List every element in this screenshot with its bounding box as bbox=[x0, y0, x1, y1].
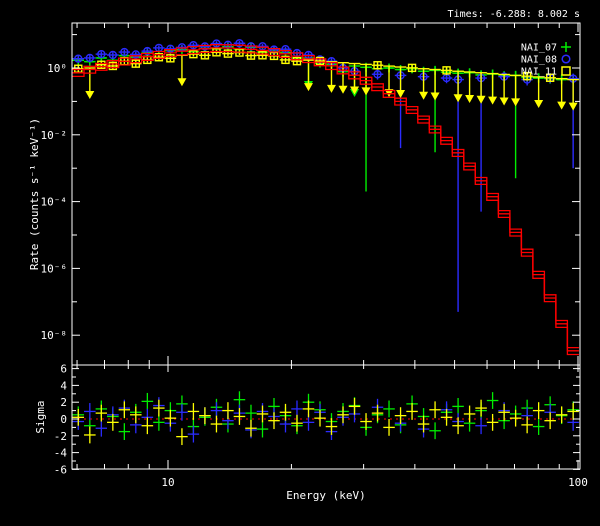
sigma-tick-label: 6 bbox=[60, 363, 67, 376]
main-panel-data bbox=[72, 39, 579, 356]
y-tick-label: 10⁻⁴ bbox=[41, 196, 68, 209]
sigma-series-NAI_11 bbox=[72, 398, 579, 446]
upper-limit-arrowhead bbox=[476, 95, 486, 104]
upper-limit-arrowhead bbox=[338, 85, 348, 94]
x-tick-label: 100 bbox=[568, 476, 588, 489]
spectrum-plot: 10 100 10⁰ 10⁻² 10⁻⁴ 10⁻⁶ 10⁻⁸ 6 4 2 0 -2 -4 -6 Times… bbox=[28, 9, 588, 502]
x-axis-label: Energy (keV) bbox=[286, 489, 365, 502]
upper-limit-arrowhead bbox=[488, 96, 498, 105]
sigma-tick-label: 0 bbox=[60, 413, 67, 426]
upper-limit-arrowhead bbox=[419, 91, 429, 100]
upper-limit-arrowhead bbox=[177, 78, 187, 87]
model-lines bbox=[72, 44, 579, 356]
y-tick-label: 10⁻⁶ bbox=[41, 262, 68, 275]
plot-window: 10 100 10⁰ 10⁻² 10⁻⁴ 10⁻⁶ 10⁻⁸ 6 4 2 0 -2 -4 -6 Times… bbox=[0, 0, 600, 526]
legend-markers bbox=[561, 42, 571, 76]
y-tick-label: 10⁻² bbox=[41, 129, 68, 142]
upper-limit-arrowhead bbox=[304, 83, 314, 92]
sigma-panel-data bbox=[72, 391, 580, 446]
y-tick-label: 10⁻⁸ bbox=[41, 329, 68, 342]
legend-square-icon bbox=[561, 66, 571, 76]
upper-limit-arrowhead bbox=[361, 87, 371, 96]
upper-limit-arrowhead bbox=[557, 101, 567, 110]
sigma-series-NAI_07 bbox=[72, 391, 579, 440]
sigma-tick-label: 4 bbox=[60, 379, 67, 392]
upper-limit-arrowhead bbox=[326, 84, 336, 93]
upper-limit-arrowhead bbox=[511, 98, 521, 107]
y-axis-label: Rate (counts s⁻¹ keV⁻¹) bbox=[28, 118, 41, 270]
upper-limit-arrowhead bbox=[499, 97, 509, 106]
legend: NAI_07 NAI_08 NAI_11 bbox=[521, 42, 571, 78]
model-step-NAI_07 bbox=[72, 47, 579, 352]
sigma-tick-label: 2 bbox=[60, 396, 67, 409]
axis-tick-labels: 10 100 10⁰ 10⁻² 10⁻⁴ 10⁻⁶ 10⁻⁸ 6 4 2 0 -2 -4 -6 bbox=[41, 62, 588, 489]
legend-label-nai11: NAI_11 bbox=[521, 67, 557, 78]
upper-limit-arrowhead bbox=[430, 92, 440, 101]
model-step-NAI_11 bbox=[72, 50, 579, 356]
times-label: Times: -6.288: 8.002 s bbox=[448, 9, 580, 20]
sigma-tick-label: -4 bbox=[54, 447, 68, 460]
upper-limit-arrowhead bbox=[465, 94, 475, 103]
legend-label-nai08: NAI_08 bbox=[521, 55, 557, 66]
sigma-series-NAI_08 bbox=[72, 397, 579, 443]
legend-circle-icon bbox=[561, 54, 571, 64]
upper-limit-arrowhead bbox=[396, 90, 406, 99]
sigma-tick-label: -6 bbox=[54, 463, 67, 476]
upper-limit-arrowhead bbox=[534, 99, 544, 108]
model-step-NAI_08 bbox=[72, 44, 579, 349]
sigma-tick-label: -2 bbox=[54, 430, 67, 443]
sigma-axis-label: Sigma bbox=[34, 400, 47, 433]
series-NAI_08 bbox=[72, 39, 579, 312]
upper-limit-arrowhead bbox=[568, 102, 578, 111]
upper-limit-arrowhead bbox=[85, 91, 95, 99]
x-tick-label: 10 bbox=[161, 476, 174, 489]
y-tick-label: 10⁰ bbox=[47, 62, 67, 75]
upper-limit-arrowhead bbox=[453, 94, 463, 103]
legend-label-nai07: NAI_07 bbox=[521, 43, 557, 54]
